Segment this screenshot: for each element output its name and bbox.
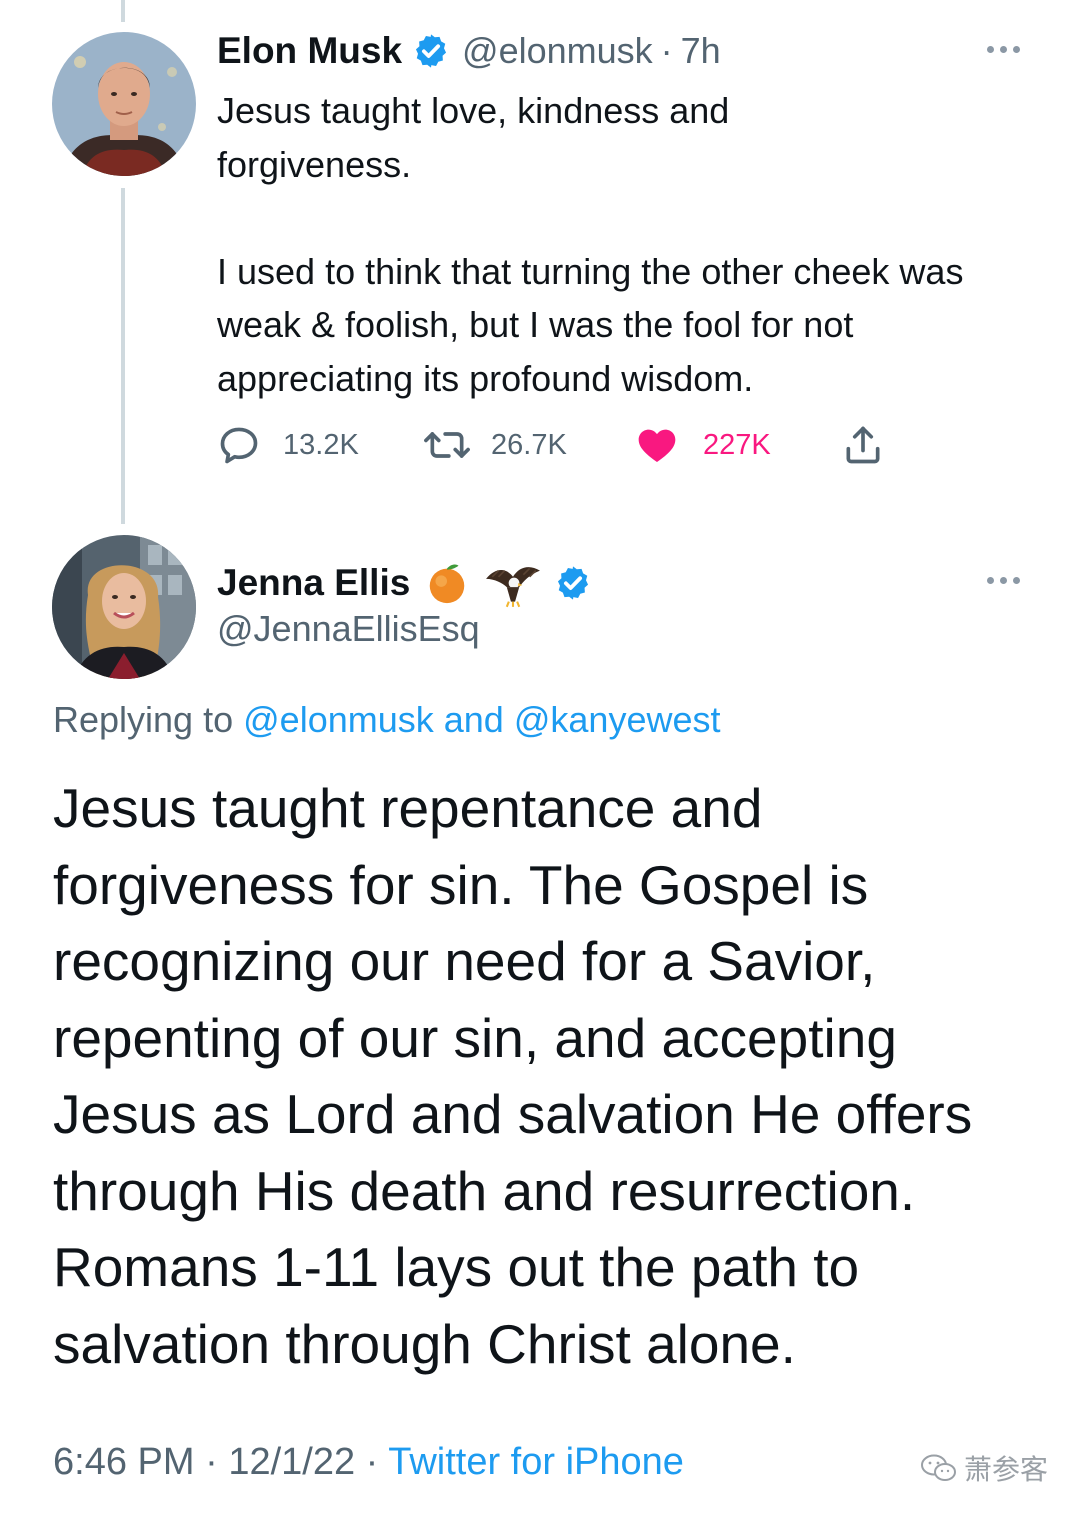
more-options-icon[interactable] [987, 577, 1020, 584]
separator-dot: · [205, 1441, 218, 1483]
thread-connector-line [121, 188, 125, 524]
tweet-date[interactable]: 12/1/22 [228, 1441, 355, 1483]
replying-and: and [443, 699, 504, 740]
wechat-icon [921, 1454, 956, 1481]
tweet-source-link[interactable]: Twitter for iPhone [388, 1441, 684, 1483]
watermark: 萧参客 [920, 1448, 1048, 1488]
watermark-text: 萧参客 [964, 1454, 1049, 1485]
tweet2-metadata: 6:46 PM · 12/1/22 · Twitter for iPhone [53, 1441, 684, 1484]
tweet-thread-screenshot: Elon Musk @elonmusk · 7h Jesus taught lo… [0, 0, 1080, 1518]
verified-badge-icon [558, 566, 589, 600]
tweet2-body-text: Jesus taught repentance and forgiveness … [53, 777, 973, 1375]
more-options-icon[interactable] [987, 46, 1020, 53]
author-handle[interactable]: @elonmusk [462, 30, 653, 72]
tweet1-body-text: Jesus taught love, kindness and forgiven… [217, 90, 964, 399]
tweet1-action-bar: 13.2K 26.7K 227K [217, 420, 917, 470]
eagle-emoji [486, 567, 541, 608]
tweet1-header: Elon Musk @elonmusk · 7h [217, 28, 721, 74]
separator-dot: · [365, 1441, 379, 1483]
replying-to-line: Replying to @elonmusk and @kanyewest [53, 699, 721, 741]
thread-connector-line-top [121, 0, 125, 22]
tweet2-header: Jenna Ellis [217, 556, 592, 610]
separator-dot: · [660, 30, 673, 71]
verified-badge-icon [415, 34, 447, 68]
reply-count: 13.2K [283, 428, 359, 461]
jenna-ellis-avatar[interactable] [52, 535, 196, 679]
like-count: 227K [703, 428, 771, 461]
mention-link-elonmusk[interactable]: @elonmusk [243, 699, 434, 740]
author-name[interactable]: Elon Musk [217, 30, 402, 72]
reply-button[interactable]: 13.2K [217, 420, 359, 470]
elon-musk-avatar[interactable] [52, 32, 196, 176]
like-button[interactable]: 227K [635, 420, 771, 470]
peach-emoji [430, 564, 465, 604]
tweet-timestamp[interactable]: 7h [681, 30, 721, 72]
retweet-button[interactable]: 26.7K [423, 420, 567, 470]
tweet-time[interactable]: 6:46 PM [53, 1441, 195, 1483]
share-icon [846, 426, 880, 464]
author-handle[interactable]: @JennaEllisEsq [217, 608, 480, 650]
replying-prefix: Replying to [53, 699, 234, 740]
mention-link-kanyewest[interactable]: @kanyewest [514, 699, 721, 740]
retweet-count: 26.7K [491, 428, 567, 461]
reply-icon [220, 427, 258, 464]
share-button[interactable] [841, 420, 885, 470]
heart-icon [638, 429, 676, 463]
author-name[interactable]: Jenna Ellis [217, 562, 410, 604]
retweet-icon [424, 432, 470, 458]
